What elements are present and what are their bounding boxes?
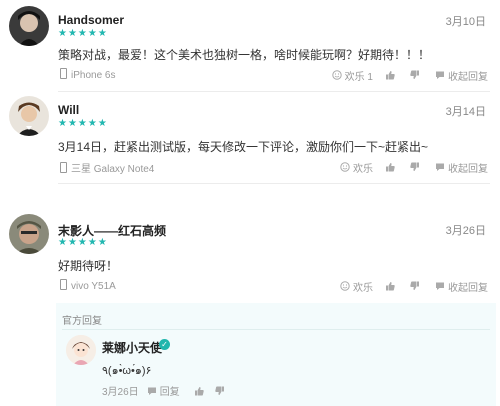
avatar[interactable]	[9, 214, 49, 254]
fun-button[interactable]: 欢乐 1	[331, 68, 373, 83]
thumbs-up-icon	[386, 282, 395, 291]
device-label: 三星 Galaxy Note4	[60, 160, 154, 175]
reply-label: 回复	[159, 387, 180, 398]
review-date: 3月26日	[445, 225, 486, 237]
smiley-icon	[340, 162, 350, 172]
reply-button[interactable]: 回复	[147, 383, 180, 398]
comment-icon	[436, 282, 444, 290]
thumbs-down-button[interactable]	[410, 281, 423, 291]
collapse-label: 收起回复	[448, 163, 488, 175]
official-reply-date: 3月26日	[102, 387, 139, 398]
device-name: vivo Y51A	[71, 281, 116, 292]
fun-label: 欢乐 1	[344, 71, 373, 83]
collapse-replies-button[interactable]: 收起回复	[435, 68, 488, 83]
smiley-icon	[340, 281, 350, 291]
collapse-replies-button[interactable]: 收起回复	[435, 160, 488, 175]
official-reply-panel: 官方回复 莱娜小天使 ✓ ٩(๑•̀ω•́๑)۶ 3月26日 回复	[56, 303, 496, 406]
thumbs-up-icon	[386, 71, 395, 80]
device-name: 三星 Galaxy Note4	[71, 164, 155, 175]
rating-stars: ★★★★★	[58, 118, 108, 129]
official-reply-label: 官方回复	[62, 316, 102, 327]
thumbs-up-icon	[386, 163, 395, 172]
fun-label: 欢乐	[353, 163, 373, 175]
thumbs-down-icon	[410, 70, 419, 79]
comment-icon	[436, 163, 444, 171]
device-name: iPhone 6s	[71, 70, 116, 81]
rating-stars: ★★★★★	[58, 28, 108, 39]
verified-icon: ✓	[159, 339, 170, 350]
thumbs-up-button[interactable]	[385, 70, 398, 80]
review-text: 好期待呀！	[58, 259, 119, 273]
review-meta: iPhone 6s 欢乐 1 收起回复	[58, 66, 488, 84]
thumbs-down-button[interactable]	[410, 162, 423, 172]
comment-icon	[436, 71, 444, 79]
thumbs-down-icon	[410, 162, 419, 171]
thumbs-up-button[interactable]	[385, 281, 398, 291]
collapse-replies-button[interactable]: 收起回复	[435, 279, 488, 294]
device-label: iPhone 6s	[60, 68, 115, 81]
review-actions: 欢乐 收起回复	[328, 277, 488, 295]
avatar[interactable]	[66, 335, 96, 365]
review-meta: vivo Y51A 欢乐 收起回复	[58, 277, 488, 295]
thumbs-up-icon	[194, 386, 204, 395]
thumbs-down-icon	[410, 281, 419, 290]
review-date: 3月10日	[445, 16, 486, 28]
thumbs-down-button[interactable]	[214, 386, 228, 396]
review-text: 策略对战，最爱！这个美术也独树一格，啥时候能玩啊？好期待！！！	[58, 48, 431, 62]
rating-stars: ★★★★★	[58, 237, 108, 248]
official-reply-name[interactable]: 莱娜小天使	[102, 339, 162, 356]
comment-icon	[147, 387, 156, 395]
avatar[interactable]	[9, 6, 49, 46]
review-meta: 三星 Galaxy Note4 欢乐 收起回复	[58, 158, 488, 176]
thumbs-down-button[interactable]	[410, 70, 423, 80]
phone-icon	[60, 68, 67, 79]
collapse-label: 收起回复	[448, 282, 488, 294]
thumbs-up-button[interactable]	[194, 386, 207, 396]
fun-button[interactable]: 欢乐	[340, 160, 373, 175]
official-reply-text: ٩(๑•̀ω•́๑)۶	[102, 365, 152, 377]
reviewer-name[interactable]: Will	[58, 103, 79, 117]
review-actions: 欢乐 1 收起回复	[320, 66, 488, 84]
reviewer-name[interactable]: Handsomer	[58, 13, 124, 27]
divider	[58, 183, 490, 184]
thumbs-down-icon	[214, 386, 224, 395]
phone-icon	[60, 279, 67, 290]
review-actions: 欢乐 收起回复	[328, 158, 488, 176]
review-text: 3月14日，赶紧出测试版，每天修改一下评论，激励你们一下~赶紧出~	[58, 140, 429, 154]
fun-button[interactable]: 欢乐	[340, 279, 373, 294]
thumbs-up-button[interactable]	[385, 162, 398, 172]
phone-icon	[60, 162, 67, 173]
avatar[interactable]	[9, 96, 49, 136]
device-label: vivo Y51A	[60, 279, 116, 292]
divider	[62, 329, 490, 330]
official-reply-meta: 3月26日 回复	[102, 383, 228, 398]
divider	[58, 91, 490, 92]
fun-label: 欢乐	[353, 282, 373, 294]
smiley-icon	[331, 70, 342, 80]
review-date: 3月14日	[445, 106, 486, 118]
collapse-label: 收起回复	[448, 71, 488, 83]
